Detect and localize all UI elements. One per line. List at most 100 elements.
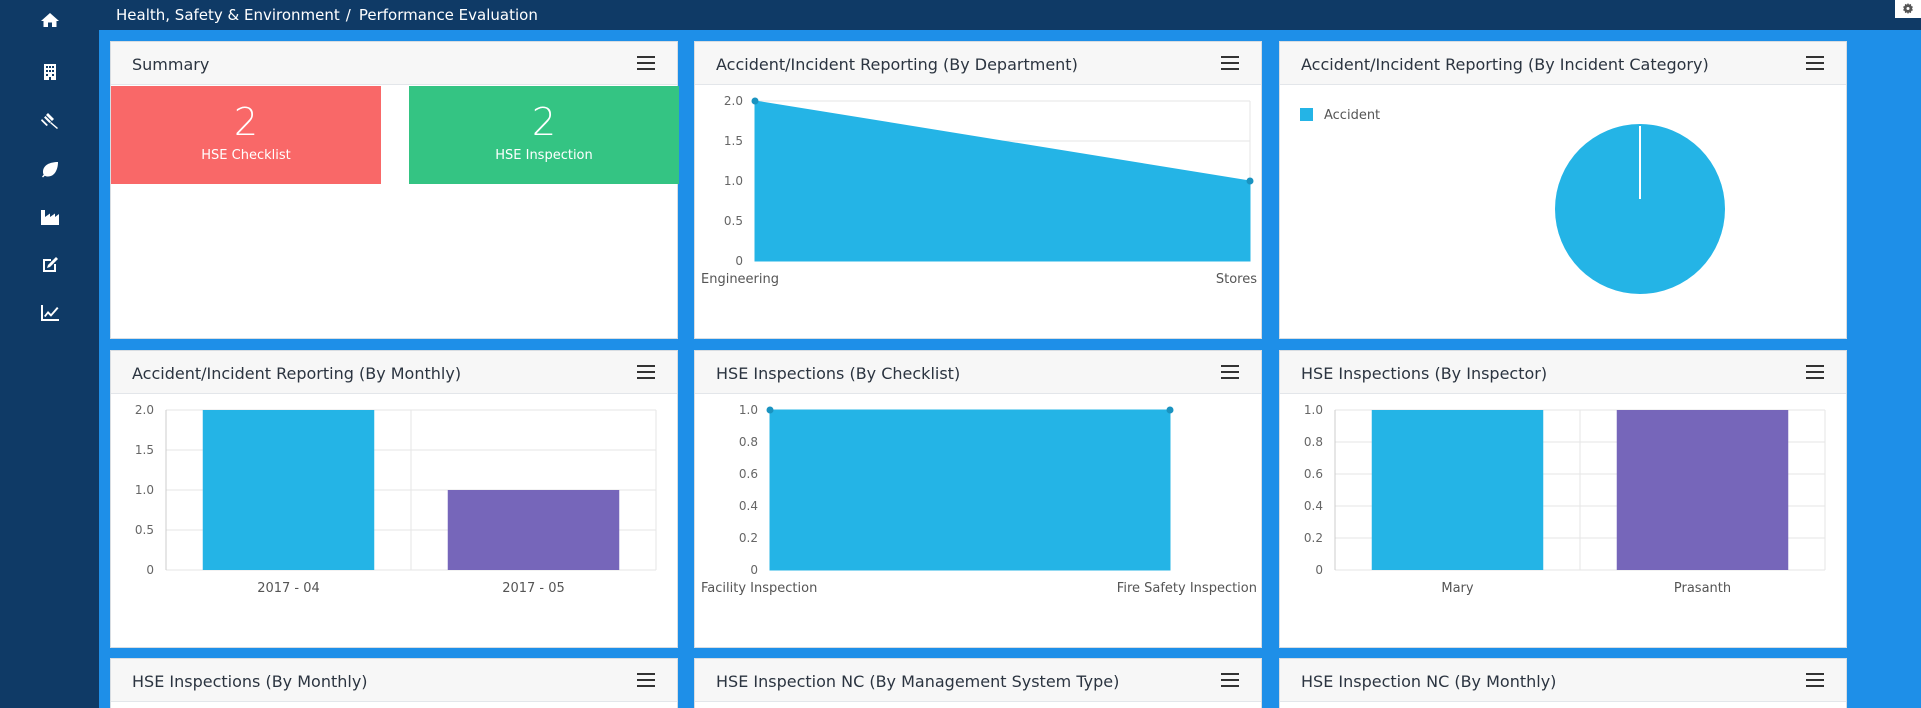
- x-tick-label: Facility Inspection: [701, 581, 817, 596]
- settings-button[interactable]: [1895, 0, 1921, 18]
- card-title: HSE Inspection NC (By Management System …: [716, 672, 1120, 691]
- menu-icon[interactable]: [1221, 673, 1239, 687]
- tile-label: HSE Inspection: [495, 148, 593, 163]
- inspections-by-inspector-card: HSE Inspections (By Inspector) 0 0.2 0.4 0.…: [1279, 350, 1847, 648]
- y-tick-label: 1.0: [739, 403, 758, 417]
- home-icon: [40, 13, 59, 27]
- breadcrumb-separator: /: [345, 6, 351, 24]
- area-series: [754, 100, 1251, 262]
- y-tick-label: 0.6: [1304, 467, 1323, 481]
- card-title: HSE Inspections (By Monthly): [132, 672, 368, 691]
- inspections-by-checklist-card: HSE Inspections (By Checklist) 0 0.2 0.4 0.…: [694, 350, 1262, 648]
- y-tick-label: 0.2: [1304, 531, 1323, 545]
- card-header: HSE Inspections (By Checklist): [695, 351, 1261, 394]
- card-title: Accident/Incident Reporting (By Departme…: [716, 55, 1078, 74]
- inspections-by-monthly-card: HSE Inspections (By Monthly): [110, 658, 678, 708]
- bar: [1616, 410, 1789, 570]
- breadcrumb-page: Performance Evaluation: [358, 6, 538, 24]
- y-tick-label: 0.5: [135, 523, 154, 537]
- x-tick-label: Stores: [1216, 272, 1257, 287]
- factory-icon: [40, 210, 59, 225]
- menu-icon[interactable]: [1806, 365, 1824, 379]
- x-tick-label: Engineering: [701, 272, 779, 287]
- y-tick-label: 1.0: [724, 174, 743, 188]
- sidebar-item-home[interactable]: [0, 0, 99, 40]
- y-tick-label: 0: [146, 563, 154, 577]
- breadcrumb-section[interactable]: Health, Safety & Environment: [116, 6, 340, 24]
- leaf-icon: [41, 162, 58, 178]
- nc-by-system-type-card: HSE Inspection NC (By Management System …: [694, 658, 1262, 708]
- menu-icon[interactable]: [637, 365, 655, 379]
- sidebar-item-industry[interactable]: [0, 197, 99, 237]
- gavel-icon: [40, 113, 58, 129]
- y-tick-label: 1.0: [135, 483, 154, 497]
- department-chart: 0 0.5 1.0 1.5 2.0 Engineering Stores: [701, 94, 1257, 287]
- line-chart-icon: [40, 305, 59, 321]
- sidebar-item-building[interactable]: [0, 52, 99, 92]
- summary-tile-hse-checklist[interactable]: 2 HSE Checklist: [111, 86, 381, 184]
- card-title: Accident/Incident Reporting (By Incident…: [1301, 55, 1709, 74]
- data-point: [766, 406, 774, 414]
- y-tick-label: 2.0: [135, 403, 154, 417]
- card-header: HSE Inspection NC (By Monthly): [1280, 659, 1846, 702]
- card-title: HSE Inspections (By Checklist): [716, 364, 961, 383]
- y-tick-label: 0.6: [739, 467, 758, 481]
- card-header: Accident/Incident Reporting (By Monthly): [111, 351, 677, 394]
- sidebar-item-gavel[interactable]: [0, 101, 99, 141]
- breadcrumb: Health, Safety & Environment / Performance…: [116, 6, 538, 24]
- sidebar-item-leaf[interactable]: [0, 149, 99, 189]
- summary-card: Summary 2 HSE Checklist 2 HSE Inspection: [110, 41, 679, 339]
- card-title: Accident/Incident Reporting (By Monthly): [132, 364, 462, 383]
- x-tick-label: Fire Safety Inspection: [1117, 581, 1257, 596]
- y-tick-label: 0.8: [739, 435, 758, 449]
- gear-icon: [1903, 3, 1913, 14]
- card-header: Accident/Incident Reporting (By Incident…: [1280, 42, 1846, 85]
- building-icon: [43, 64, 56, 80]
- y-tick-label: 1.5: [135, 443, 154, 457]
- y-tick-label: 0: [750, 563, 758, 577]
- by-monthly-card: Accident/Incident Reporting (By Monthly)…: [110, 350, 678, 648]
- by-department-card: Accident/Incident Reporting (By Departme…: [694, 41, 1262, 339]
- nc-by-monthly-card: HSE Inspection NC (By Monthly): [1279, 658, 1847, 708]
- menu-icon[interactable]: [637, 673, 655, 687]
- x-tick-label: Prasanth: [1674, 581, 1731, 596]
- summary-tile-hse-inspection[interactable]: 2 HSE Inspection: [409, 86, 679, 184]
- card-title: Summary: [132, 55, 210, 74]
- edit-icon: [42, 257, 58, 272]
- by-category-card: Accident/Incident Reporting (By Incident…: [1279, 41, 1847, 339]
- y-tick-label: 1.5: [724, 134, 743, 148]
- data-point: [1246, 177, 1254, 185]
- tile-value: 2: [531, 100, 557, 144]
- menu-icon[interactable]: [1806, 673, 1824, 687]
- card-header: HSE Inspections (By Monthly): [111, 659, 677, 702]
- data-point: [1166, 406, 1174, 414]
- legend-swatch: [1300, 108, 1313, 121]
- menu-icon[interactable]: [1806, 56, 1824, 70]
- menu-icon[interactable]: [1221, 56, 1239, 70]
- card-title: HSE Inspections (By Inspector): [1301, 364, 1548, 383]
- tile-value: 2: [233, 100, 259, 144]
- bar: [1371, 410, 1544, 570]
- category-chart: Accident: [1300, 108, 1725, 294]
- y-tick-label: 0: [1315, 563, 1323, 577]
- checklist-chart: 0 0.2 0.4 0.6 0.8 1.0 Facility Inspection Fire …: [701, 403, 1257, 596]
- card-title: HSE Inspection NC (By Monthly): [1301, 672, 1557, 691]
- card-header: Accident/Incident Reporting (By Departme…: [695, 42, 1261, 85]
- y-tick-label: 0.5: [724, 214, 743, 228]
- monthly-chart: 0 0.5 1.0 1.5 2.0 2017 - 04 2017 - 05: [135, 403, 657, 596]
- card-header: HSE Inspections (By Inspector): [1280, 351, 1846, 394]
- menu-icon[interactable]: [637, 56, 655, 70]
- x-tick-label: Mary: [1441, 581, 1474, 596]
- sidebar-item-edit[interactable]: [0, 245, 99, 285]
- y-tick-label: 0.2: [739, 531, 758, 545]
- menu-icon[interactable]: [1221, 365, 1239, 379]
- top-bar: Health, Safety & Environment / Performance…: [99, 0, 1921, 30]
- bar: [202, 410, 375, 570]
- sidebar: [0, 0, 99, 708]
- y-tick-label: 0: [735, 254, 743, 268]
- x-tick-label: 2017 - 05: [502, 581, 565, 596]
- y-tick-label: 2.0: [724, 94, 743, 108]
- tile-label: HSE Checklist: [201, 148, 291, 163]
- sidebar-item-analytics[interactable]: [0, 293, 99, 333]
- card-header: HSE Inspection NC (By Management System …: [695, 659, 1261, 702]
